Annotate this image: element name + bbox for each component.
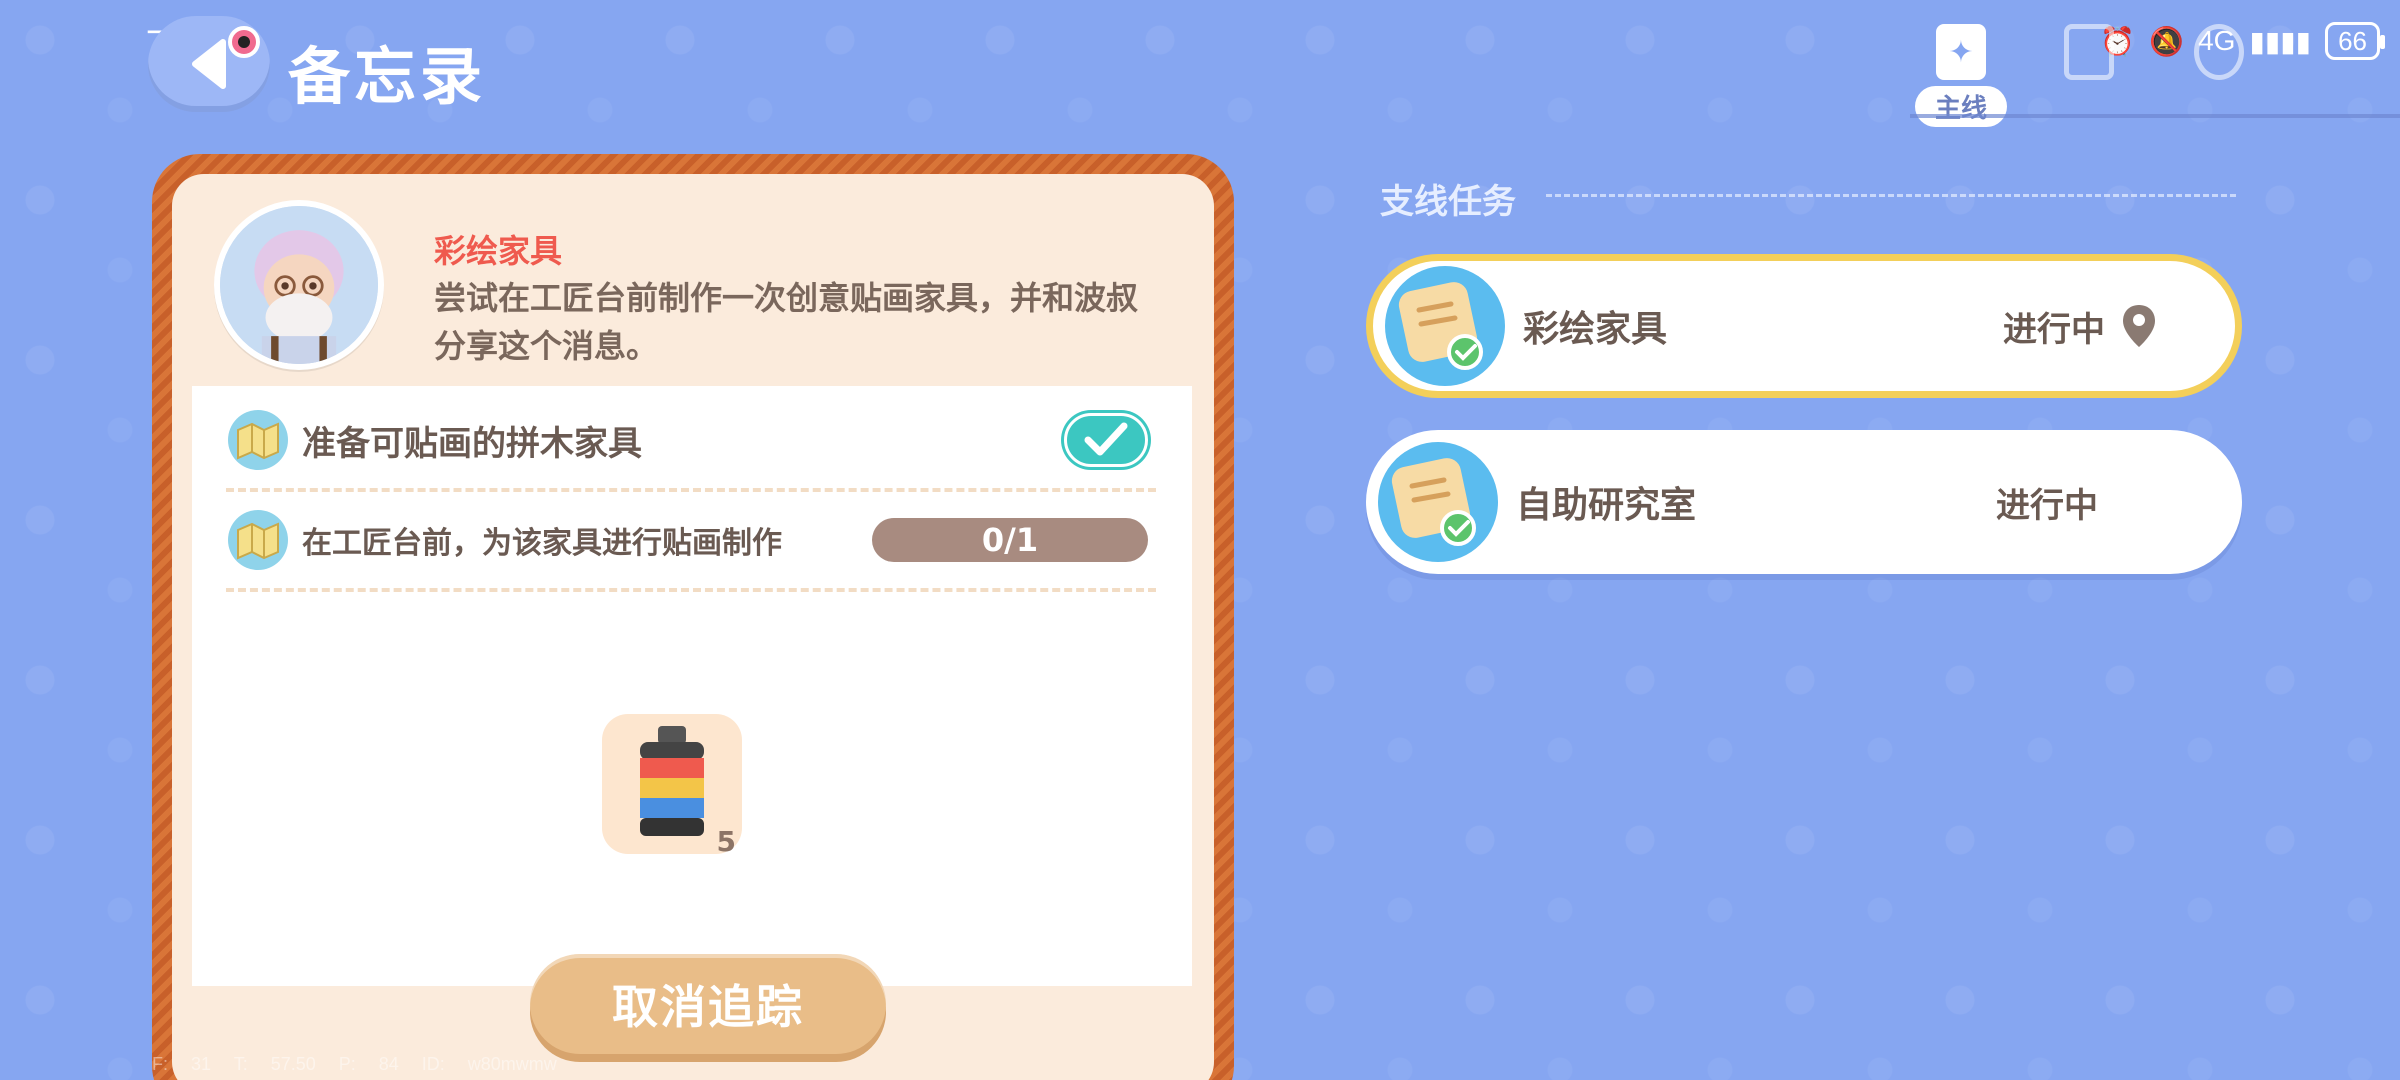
quest-card-active[interactable]: 彩绘家具 进行中 bbox=[1366, 254, 2242, 398]
note-check-glyph bbox=[1391, 458, 1476, 546]
page-title: 备忘录 bbox=[288, 40, 487, 113]
note-check-glyph bbox=[1398, 282, 1483, 370]
quest-status: 进行中 bbox=[1996, 485, 2098, 526]
back-arrow-icon bbox=[192, 39, 226, 89]
tab-underline bbox=[1910, 114, 2400, 118]
checkmark-icon bbox=[1084, 422, 1128, 456]
side-quest-divider bbox=[1546, 194, 2236, 197]
quest-description: 尝试在工匠台前制作一次创意贴画家具，并和波叔分享这个消息。 bbox=[434, 279, 1139, 365]
clipboard-icon bbox=[2064, 24, 2114, 80]
battery-icon: 66 bbox=[2325, 22, 2385, 60]
quest-card[interactable]: 自助研究室 进行中 bbox=[1366, 430, 2242, 574]
location-pin-icon bbox=[2123, 305, 2155, 347]
task-label: 在工匠台前，为该家具进行贴画制作 bbox=[302, 526, 782, 561]
task-progress: 0/1 bbox=[872, 518, 1148, 562]
side-quest-header: 支线任务 bbox=[1380, 182, 1516, 222]
reward-item[interactable]: 5 bbox=[602, 714, 742, 858]
quest-status: 进行中 bbox=[2003, 309, 2105, 350]
task-row: 准备可贴画的拼木家具 bbox=[226, 392, 1156, 492]
task-row: 在工匠台前，为该家具进行贴画制作 0/1 bbox=[226, 492, 1156, 592]
old-man-portrait bbox=[220, 206, 378, 364]
book-star-icon: ✦ bbox=[1936, 24, 1986, 80]
notification-dot bbox=[228, 26, 260, 58]
cancel-tracking-button[interactable]: 取消追踪 bbox=[530, 954, 886, 1054]
task-label: 准备可贴画的拼木家具 bbox=[302, 423, 642, 464]
task-complete-check bbox=[1064, 413, 1148, 467]
note-check-icon bbox=[1378, 442, 1498, 562]
map-icon bbox=[228, 410, 288, 470]
note-check-icon bbox=[1385, 266, 1505, 386]
task-list: 准备可贴画的拼木家具 在工匠台前，为该家具进行贴画制作 0/1 bbox=[192, 386, 1192, 986]
debug-info: F: 31 T: 57.50 P: 84 ID: w80mwmw bbox=[152, 1054, 557, 1074]
quest-title: 彩绘家具 bbox=[434, 232, 563, 270]
memo-panel: 彩绘家具 尝试在工匠台前制作一次创意贴画家具，并和波叔分享这个消息。 准备可贴画… bbox=[152, 154, 1234, 1080]
memo-inner: 彩绘家具 尝试在工匠台前制作一次创意贴画家具，并和波叔分享这个消息。 准备可贴画… bbox=[172, 174, 1214, 1080]
quest-name: 自助研究室 bbox=[1516, 485, 1697, 526]
quest-name: 彩绘家具 bbox=[1523, 309, 1668, 350]
reward-count: 5 bbox=[716, 825, 736, 858]
npc-avatar bbox=[214, 200, 384, 370]
tab-main-quest-label: 主线 bbox=[1914, 86, 2007, 127]
map-icon bbox=[228, 510, 288, 570]
gear-icon bbox=[2194, 24, 2244, 80]
